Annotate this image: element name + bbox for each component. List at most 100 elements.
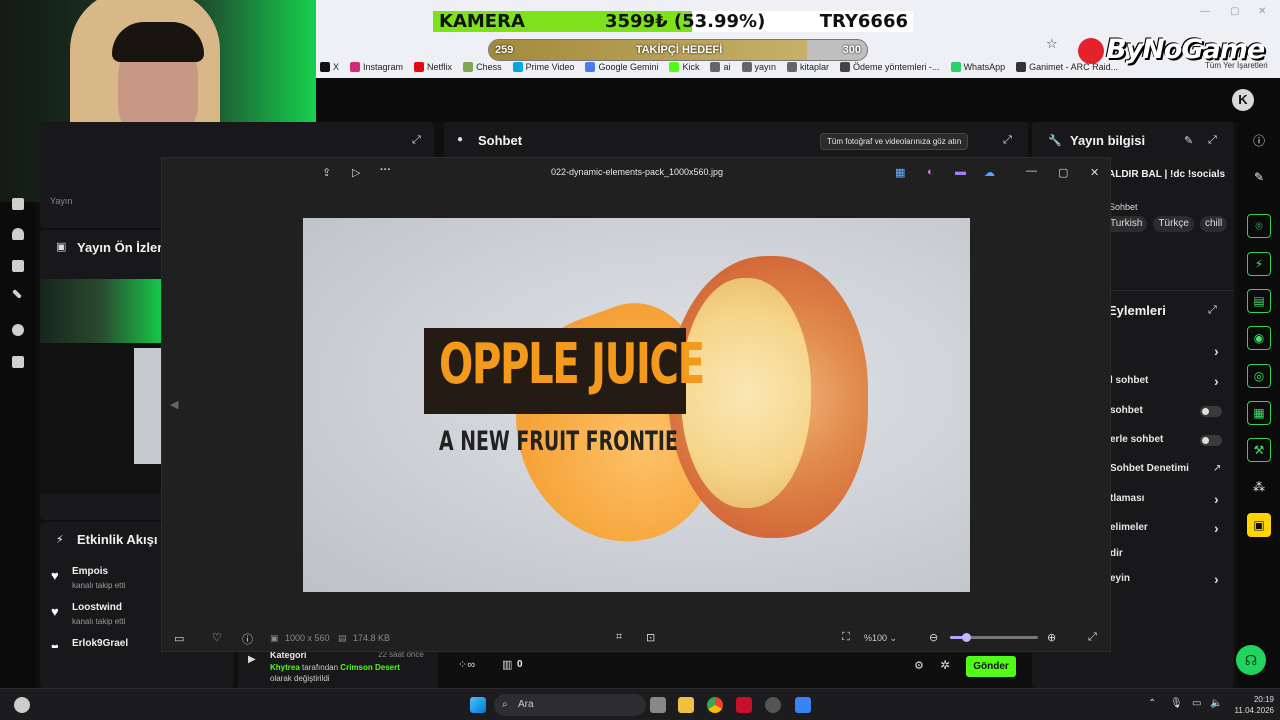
- clipboard-icon[interactable]: ▤: [1247, 289, 1271, 313]
- chevron-right-icon[interactable]: ›: [1214, 491, 1219, 507]
- bookmark-item[interactable]: X: [320, 62, 339, 72]
- zoom-slider[interactable]: [950, 633, 1038, 642]
- nav-icon-1[interactable]: [12, 198, 24, 210]
- action-label[interactable]: l sohbet: [1110, 375, 1148, 386]
- bookmark-item[interactable]: Google Gemini: [585, 62, 658, 72]
- action-label[interactable]: dir: [1110, 548, 1123, 559]
- favorite-icon[interactable]: ♡: [212, 631, 222, 644]
- widgets-icon[interactable]: [14, 697, 30, 713]
- cluster-icon[interactable]: ⁂: [1247, 476, 1271, 500]
- chrome-icon[interactable]: [707, 697, 723, 713]
- gift-icon[interactable]: ▥: [502, 658, 512, 671]
- bookmark-item[interactable]: yayın: [741, 62, 776, 72]
- support-icon[interactable]: ☊: [1236, 645, 1266, 675]
- fit-icon[interactable]: ⛶: [842, 631, 850, 644]
- bolt-tool-icon[interactable]: ⚡: [1247, 252, 1271, 276]
- clapper-icon[interactable]: ▣: [1247, 513, 1271, 537]
- wrench-icon[interactable]: [12, 289, 22, 299]
- bookmark-item[interactable]: Kick: [669, 62, 699, 72]
- chat-icon[interactable]: ◉: [1247, 326, 1271, 350]
- wrench-tool-icon[interactable]: ⚒: [1247, 438, 1271, 462]
- zoom-slider-knob[interactable]: [961, 633, 971, 642]
- onedrive-icon[interactable]: ☁: [984, 166, 995, 179]
- text-select-icon[interactable]: ⊡: [646, 631, 655, 644]
- action-label[interactable]: Sohbet Denetimi: [1110, 463, 1189, 474]
- start-icon[interactable]: [470, 697, 486, 713]
- info-expand-icon[interactable]: ⤢: [1208, 134, 1217, 147]
- viewer-maximize-icon[interactable]: ▢: [1058, 166, 1068, 179]
- actions-expand-icon[interactable]: ⤢: [1208, 304, 1217, 317]
- edit-image-icon[interactable]: ◐: [927, 166, 934, 178]
- filmstrip-icon[interactable]: ▭: [174, 632, 184, 645]
- send-button[interactable]: Gönder: [966, 656, 1016, 677]
- mod-icon[interactable]: ✲: [940, 658, 950, 672]
- layers-icon[interactable]: ▦: [1247, 401, 1271, 425]
- clipchamp-icon[interactable]: ▬: [955, 166, 966, 178]
- bookmark-item[interactable]: Prime Video: [512, 62, 574, 72]
- emote-icon[interactable]: ⁘∞: [458, 658, 475, 671]
- action-label[interactable]: eyin: [1110, 573, 1130, 584]
- chevron-right-icon[interactable]: ›: [1214, 343, 1219, 359]
- action-label[interactable]: erle sohbet: [1110, 434, 1163, 445]
- file-info-icon[interactable]: ⓘ: [242, 631, 253, 647]
- action-label[interactable]: tlaması: [1110, 493, 1144, 504]
- kick-logo-icon[interactable]: K: [1232, 89, 1254, 111]
- zoom-dropdown[interactable]: %100 ⌄: [864, 633, 897, 644]
- action-label[interactable]: elimeler: [1110, 522, 1148, 533]
- bookmark-item[interactable]: WhatsApp: [950, 62, 1005, 72]
- bookmark-star-icon[interactable]: ☆: [1046, 36, 1058, 52]
- task-view-icon[interactable]: [650, 697, 666, 713]
- chevron-right-icon[interactable]: ›: [1214, 373, 1219, 389]
- event-user[interactable]: Empois: [72, 566, 108, 577]
- zoom-out-icon[interactable]: ⊖: [929, 631, 938, 644]
- tray-chevron-icon[interactable]: ⌃: [1148, 698, 1156, 709]
- photos-app-icon[interactable]: [795, 697, 811, 713]
- zoom-in-icon[interactable]: ⊕: [1047, 631, 1056, 644]
- minimize-icon[interactable]: —: [1200, 6, 1210, 17]
- taskbar-search[interactable]: ⌕ Ara: [494, 694, 646, 716]
- bookmark-item[interactable]: ai: [710, 62, 731, 72]
- bookmark-item[interactable]: Ödeme yöntemleri -...: [840, 62, 940, 72]
- maximize-icon[interactable]: ▢: [1230, 6, 1239, 17]
- acrobat-icon[interactable]: [736, 697, 752, 713]
- external-link-icon[interactable]: ↗: [1213, 463, 1221, 474]
- toggle-switch[interactable]: [1200, 435, 1222, 446]
- bookmark-item[interactable]: Chess: [463, 62, 502, 72]
- bookmark-item[interactable]: Instagram: [350, 62, 403, 72]
- users-icon[interactable]: [12, 324, 24, 336]
- bookmark-item[interactable]: kitaplar: [787, 62, 829, 72]
- toggle-switch[interactable]: [1200, 406, 1222, 417]
- taskbar-clock[interactable]: 20:19 11.04.2026: [1222, 694, 1274, 716]
- stream-tag[interactable]: chill: [1199, 216, 1228, 232]
- video-icon[interactable]: [12, 260, 24, 272]
- obs-icon[interactable]: [765, 697, 781, 713]
- scan-icon[interactable]: ⌾: [1247, 214, 1271, 238]
- gallery-icon[interactable]: ▦: [895, 166, 905, 179]
- broadcast-icon[interactable]: ◎: [1247, 364, 1271, 388]
- bookmark-item[interactable]: Netflix: [414, 62, 452, 72]
- viewer-minimize-icon[interactable]: —: [1026, 165, 1037, 177]
- file-explorer-icon[interactable]: [678, 697, 694, 713]
- previous-icon[interactable]: ◀: [170, 398, 178, 411]
- upload-icon[interactable]: [12, 356, 24, 368]
- stream-tag[interactable]: Türkçe: [1153, 216, 1194, 232]
- chevron-right-icon[interactable]: ›: [1214, 571, 1219, 587]
- expand-icon[interactable]: ⤢: [412, 134, 421, 147]
- pencil-icon[interactable]: ✎: [1247, 166, 1271, 190]
- trophy-icon[interactable]: [12, 228, 24, 240]
- viewer-close-icon[interactable]: ✕: [1090, 166, 1099, 179]
- crop-icon[interactable]: ⌗: [616, 631, 622, 644]
- stream-tag[interactable]: Turkish: [1105, 216, 1148, 232]
- close-icon[interactable]: ✕: [1258, 6, 1266, 17]
- chat-expand-icon[interactable]: ⤢: [1003, 134, 1012, 147]
- network-icon[interactable]: ▭: [1192, 698, 1201, 709]
- fullscreen-icon[interactable]: ⤢: [1088, 631, 1097, 644]
- event-user[interactable]: Loostwind: [72, 602, 122, 613]
- mic-icon[interactable]: 🎙: [1170, 698, 1183, 709]
- settings-icon[interactable]: ⚙: [914, 659, 924, 672]
- edit-icon[interactable]: ✎: [1184, 134, 1193, 147]
- chevron-right-icon[interactable]: ›: [1214, 520, 1219, 536]
- action-label[interactable]: sohbet: [1110, 405, 1143, 416]
- volume-icon[interactable]: 🔈: [1210, 698, 1222, 709]
- info-icon[interactable]: ⓘ: [1247, 130, 1271, 154]
